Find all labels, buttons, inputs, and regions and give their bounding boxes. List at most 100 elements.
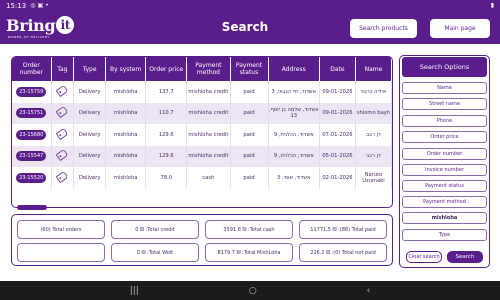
cell-method: mishloha credit [186, 124, 231, 146]
table-row[interactable]: 23-15547 Delivery mishloha 129.6 mishloh… [12, 145, 392, 167]
search-options-title: Search Options [402, 57, 487, 77]
dot-icon: • [45, 2, 49, 9]
cell-method: cash [186, 167, 231, 189]
order-number-pill[interactable]: 23-15520 [16, 172, 47, 183]
cell-method: mishloha credit [186, 81, 231, 103]
col-date[interactable]: Date [319, 57, 356, 81]
cell-system: mishloha [105, 102, 147, 124]
main-page-button[interactable]: Main page [430, 19, 490, 38]
cell-address: אשדוד, הכלנית, 9 [268, 145, 320, 167]
cell-status: paid [230, 124, 269, 146]
whatsapp-icon: ◎ [30, 2, 36, 9]
cell-system: mishloha [105, 124, 147, 146]
order-number-pill[interactable]: 23-15547 [16, 151, 47, 162]
cell-status: paid [230, 102, 269, 124]
cell-status: paid [230, 145, 269, 167]
cell-date: 02-01-2026 [319, 167, 356, 189]
orders-table-panel: Order number Tag Type By system Order pr… [11, 56, 393, 208]
cell-status: paid [230, 167, 269, 189]
type-field[interactable]: Type [402, 229, 487, 241]
table-row[interactable]: 23-15520 Delivery mishloha 78.0 cash pai… [12, 167, 392, 189]
next-row-peek [17, 205, 47, 210]
home-icon[interactable]: ○ [249, 286, 257, 296]
search-products-button[interactable]: Search products [350, 19, 417, 38]
battery-icon: ▮ [490, 2, 494, 9]
col-type[interactable]: Type [73, 57, 107, 81]
street-name-field[interactable]: Street name [402, 98, 487, 110]
tag-icon[interactable] [56, 170, 69, 183]
cell-system: mishloha [105, 167, 147, 189]
col-by-system[interactable]: By system [105, 57, 147, 81]
tag-icon[interactable] [56, 106, 69, 119]
status-bar: 15:13 ◎ ▣ • ▮ [0, 0, 500, 12]
payment-status-field[interactable]: Payment status [402, 180, 487, 192]
order-price-field[interactable]: Order price [402, 131, 487, 143]
col-name[interactable]: Name [355, 57, 392, 81]
invoice-number-field[interactable]: Invoice number [402, 164, 487, 176]
name-field[interactable]: Name [402, 82, 487, 94]
orders-table: Order number Tag Type By system Order pr… [12, 57, 392, 189]
cell-name: shlomo bayh [355, 102, 392, 124]
brand-logo: Bring it [6, 16, 75, 35]
cell-address: אשדוד, חיי הגבאי, 3 [268, 81, 320, 103]
cell-name: דן רבב [355, 145, 392, 167]
total-credit: 0 ₪ :Total credit [111, 220, 199, 239]
cell-method: mishloha credit [186, 102, 231, 124]
system-field[interactable]: mishloha [402, 212, 487, 224]
cell-name: Naruto Uzumaki [355, 167, 392, 189]
col-payment-method[interactable]: Payment method [186, 57, 231, 81]
payment-method-field[interactable]: Payment method [402, 196, 487, 208]
total-wolt: 0 ₪ :Total Wolt [111, 243, 199, 262]
cell-address: אשדוד, שלמה בן יוסף, 13 [268, 102, 320, 124]
cell-type: Delivery [73, 102, 107, 124]
tag-icon[interactable] [56, 149, 69, 162]
cell-address: אשדוד, אוסי, 3 [268, 167, 320, 189]
table-row[interactable]: 23-15759 Delivery mishloha 137.7 mishloh… [12, 81, 392, 103]
tag-icon[interactable] [56, 84, 69, 97]
cell-method: mishloha credit [186, 145, 231, 167]
col-tag[interactable]: Tag [51, 57, 75, 81]
cell-system: mishloha [105, 145, 147, 167]
cell-type: Delivery [73, 145, 107, 167]
recents-icon[interactable]: ||| [130, 286, 139, 296]
total-cash: 3591.8 ₪ :Total cash [205, 220, 293, 239]
order-number-field[interactable]: Order number [402, 148, 487, 160]
cell-price: 129.6 [145, 124, 188, 146]
clear-search-button[interactable]: Clear search [406, 251, 442, 263]
col-order-number[interactable]: Order number [12, 57, 52, 81]
order-number-pill[interactable]: 23-15751 [16, 108, 47, 119]
system-nav-bar: ||| ○ ‹ [0, 281, 500, 300]
total-paid: 11771.5 ₪ :(88) Total paid [299, 220, 387, 239]
search-button[interactable]: Search [447, 251, 483, 263]
cell-type: Delivery [73, 124, 107, 146]
cell-system: mishloha [105, 81, 147, 103]
order-number-pill[interactable]: 23-15759 [16, 86, 47, 97]
tag-icon[interactable] [56, 127, 69, 140]
cell-date: 09-01-2026 [319, 81, 356, 103]
clock: 15:13 [6, 2, 27, 10]
app-header: Bring it POWER OF DELIVERY Search Search … [0, 12, 500, 44]
phone-field[interactable]: Phone [402, 115, 487, 127]
total-not-paid: 226.2 ₪ :(0) Total not paid [299, 243, 387, 262]
cell-price: 110.7 [145, 102, 188, 124]
col-address[interactable]: Address [268, 57, 320, 81]
col-order-price[interactable]: Order price [145, 57, 188, 81]
cell-price: 137.7 [145, 81, 188, 103]
order-number-pill[interactable]: 23-15680 [16, 129, 47, 140]
notification-icon: ▣ [37, 2, 44, 9]
cell-name: דן רבב [355, 124, 392, 146]
cell-name: איליה כרבני [355, 81, 392, 103]
cell-status: paid [230, 81, 269, 103]
cell-price: 129.6 [145, 145, 188, 167]
table-row[interactable]: 23-15680 Delivery mishloha 129.6 mishloh… [12, 124, 392, 146]
cell-type: Delivery [73, 167, 107, 189]
table-header-row: Order number Tag Type By system Order pr… [12, 57, 392, 81]
col-payment-status[interactable]: Payment status [230, 57, 269, 81]
total-orders: (60) Total orders [17, 220, 105, 239]
cell-date: 05-01-2026 [319, 145, 356, 167]
table-row[interactable]: 23-15751 Delivery mishloha 110.7 mishloh… [12, 102, 392, 124]
cell-date: 09-01-2026 [319, 102, 356, 124]
cell-address: אשדוד, הכלנית, 9 [268, 124, 320, 146]
cell-type: Delivery [73, 81, 107, 103]
back-icon[interactable]: ‹ [367, 286, 371, 296]
